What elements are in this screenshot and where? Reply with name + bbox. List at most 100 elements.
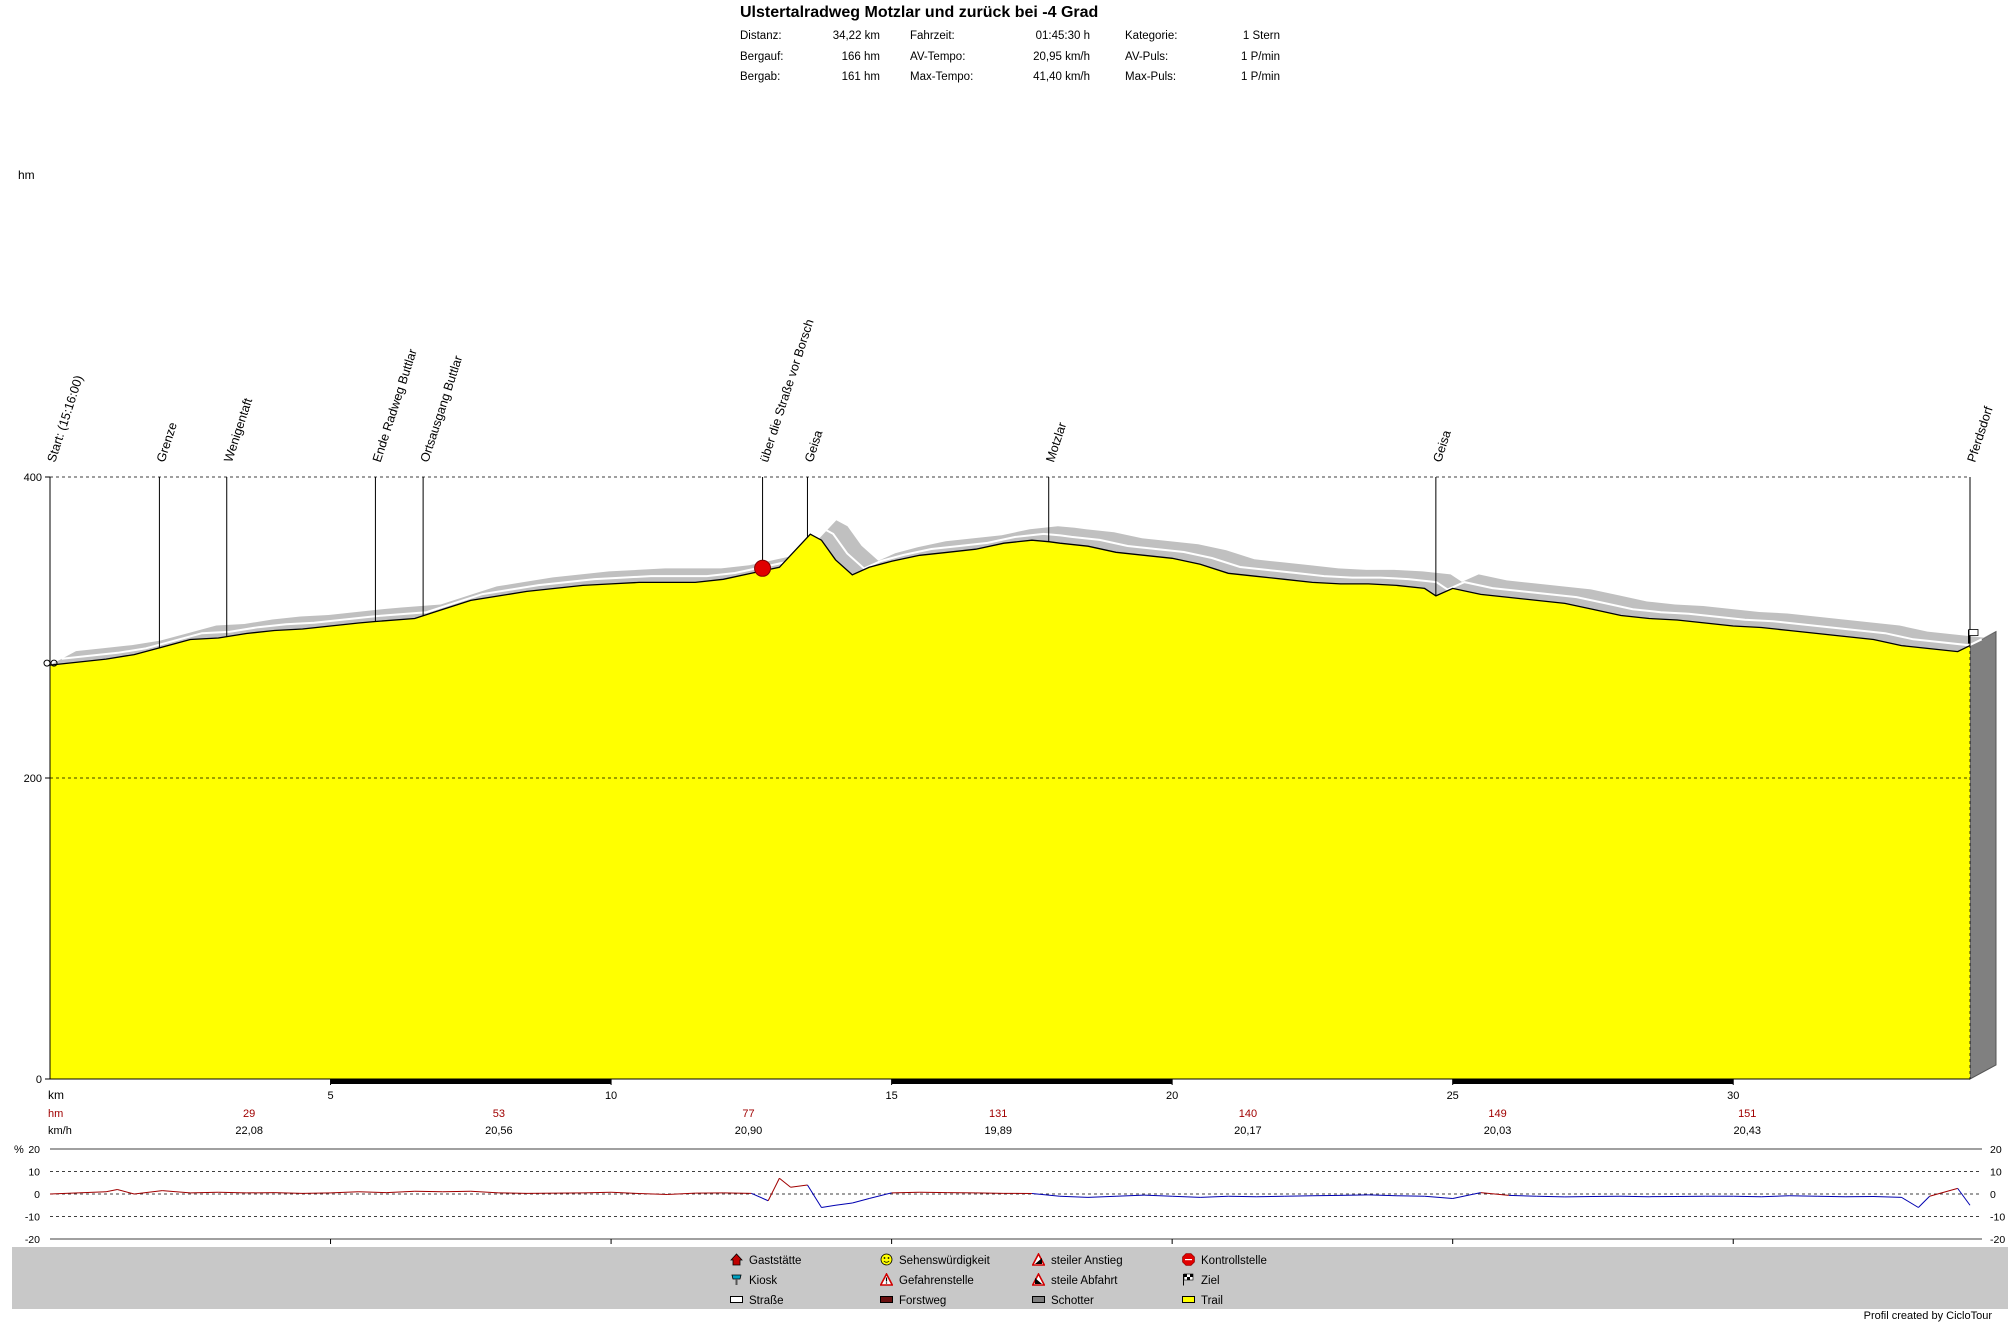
slope-segment [1453,1193,1481,1199]
segment-key: km/h [48,1125,72,1137]
slope-segment [1144,1195,1172,1196]
slope-segment [331,1192,359,1193]
slope-segment [117,1190,134,1195]
slope-segment [1873,1196,1901,1197]
waypoint-label: Wenigentaft [221,396,255,464]
waypoint-label: Geisa [1430,428,1453,463]
segment-value: 151 [1738,1108,1756,1120]
slope-segment [1116,1195,1144,1196]
legend-item-schotter: Schotter [1032,1293,1094,1307]
x-axis-label: km [48,1088,64,1102]
slope-segment [821,1205,835,1207]
slope-segment [1761,1196,1789,1197]
x-axis-segment [1453,1079,1734,1084]
x-tick-label: 25 [1447,1090,1459,1102]
x-axis-segment [892,1079,1173,1084]
legend-label: Straße [749,1295,784,1307]
slope-tick-label-right: 20 [1990,1144,2002,1156]
waypoint-label: Ende Radweg Buttlar [370,347,420,464]
legend-label: Trail [1201,1295,1223,1307]
legend-item-kontrollstelle: Kontrollstelle [1182,1253,1267,1267]
segment-value: 20,56 [485,1125,513,1137]
segment-value: 131 [989,1108,1007,1120]
checkpoint-stop-icon [755,560,771,576]
y-axis-label: hm [18,168,35,182]
slope-tick-label-right: -20 [1990,1234,2005,1245]
legend-item-trail: Trail [1182,1293,1223,1307]
slope-tick-label: 10 [28,1167,40,1179]
y-tick-label: 200 [24,773,42,785]
slope-segment [1930,1188,1958,1196]
slope-segment [836,1203,853,1205]
slope-y-label: % [14,1144,24,1156]
legend-label: Sehenswürdigkeit [899,1255,990,1267]
slope-segment [1958,1188,1970,1205]
legend-label: Gefahrenstelle [899,1275,974,1287]
x-tick-label: 20 [1166,1090,1178,1102]
smiley-icon [880,1253,893,1266]
slope-segment [162,1191,190,1193]
slope-segment [1200,1196,1228,1197]
x-tick-label: 10 [605,1090,617,1102]
legend-label: Gaststätte [749,1255,801,1267]
slope-segment [274,1193,302,1194]
slope-segment [106,1190,117,1192]
slope-segment [359,1192,387,1193]
legend-label: Schotter [1051,1295,1094,1307]
finish-flag-cloth [1969,630,1978,636]
slope-segment [1369,1195,1397,1196]
warning-icon [880,1273,893,1286]
slope-tick-label: 0 [34,1189,40,1201]
slope-segment [1918,1196,1929,1207]
slope-segment [779,1178,790,1187]
legend-label: steile Abfahrt [1051,1275,1117,1287]
waypoint-label: Ortsausgang Buttlar [418,354,466,464]
slope-segment [1032,1194,1060,1197]
x-tick-label: 15 [885,1090,897,1102]
trail-swatch [1182,1293,1195,1306]
segment-value: 19,89 [984,1125,1012,1137]
x-axis-segment [331,1079,612,1084]
legend-label: steiler Anstieg [1051,1255,1123,1267]
legend-item-steiler-anstieg: steiler Anstieg [1032,1253,1123,1267]
waypoint-label: Start: (15:16:00) [45,374,86,464]
slope-segment [751,1193,768,1200]
slope-tick-label-right: 10 [1990,1167,2002,1179]
steep-climb-icon [1032,1253,1045,1266]
slope-tick-label: -20 [25,1234,40,1245]
legend-item-forstweg: Forstweg [880,1293,946,1307]
slope-segment [471,1191,499,1193]
slope-segment [190,1192,218,1193]
legend-item-gaststaette: Gaststätte [730,1253,801,1267]
elevation-plot: 020040051015202530hm295377131140149151km… [24,317,1996,1137]
segment-value: 149 [1488,1108,1506,1120]
legend-label: Forstweg [899,1295,946,1307]
slope-tick-label: -10 [25,1212,40,1224]
elevation-chart: hm km % 020040051015202530hm295377131140… [0,0,2016,1245]
waypoint-label: Grenze [154,421,180,464]
segment-value: 53 [493,1108,505,1120]
kiosk-icon [730,1273,743,1286]
slope-tick-label-right: 0 [1990,1189,1996,1201]
legend-bar [12,1247,2008,1309]
slope-segment [1509,1195,1537,1196]
road-swatch [730,1293,743,1306]
profile-page: Ulstertalradweg Motzlar und zurück bei -… [0,0,2016,1320]
legend-item-strasse: Straße [730,1293,784,1307]
slope-segment [1088,1196,1116,1197]
x-tick-label: 5 [327,1090,333,1102]
segment-value: 22,08 [235,1125,263,1137]
segment-value: 20,03 [1484,1125,1512,1137]
legend-label: Kontrollstelle [1201,1255,1267,1267]
slope-segment [1172,1196,1200,1197]
steep-descent-icon [1032,1273,1045,1286]
segment-value: 29 [243,1108,255,1120]
slope-segment [583,1192,611,1193]
slope-segment [667,1193,695,1194]
slope-segment [1902,1197,1919,1207]
slope-segment [768,1178,779,1201]
legend-item-gefahrenstelle: Gefahrenstelle [880,1273,974,1287]
slope-plot: -20-20-10-100010102020 [25,1144,2006,1245]
slope-segment [791,1185,808,1187]
y-tick-label: 0 [36,1074,42,1086]
